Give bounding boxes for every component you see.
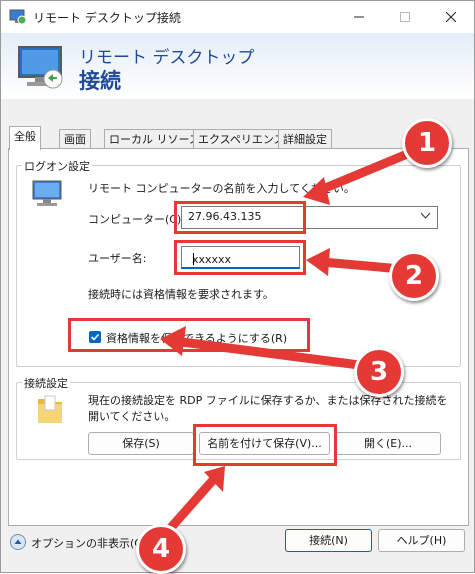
maximize-icon	[400, 12, 410, 22]
open-button[interactable]: 開く(E)...	[335, 432, 441, 455]
options-toggle-label[interactable]: オプションの非表示(O)	[31, 535, 147, 551]
connect-button[interactable]: 接続(N)	[285, 529, 372, 552]
tab-local-resources[interactable]: ローカル リソース	[104, 129, 205, 149]
highlight-computer-field	[174, 201, 306, 234]
chevron-down-icon[interactable]	[420, 210, 431, 221]
annotation-badge-1: 1	[402, 118, 452, 168]
help-button[interactable]: ヘルプ(H)	[378, 529, 465, 552]
connection-description-2: 開いてください。	[88, 410, 176, 423]
title-bar: リモート デスクトップ接続	[1, 1, 474, 33]
close-button[interactable]	[428, 1, 474, 33]
remote-desktop-app-icon	[9, 9, 27, 25]
tab-advanced[interactable]: 詳細設定	[278, 129, 332, 149]
close-icon	[446, 12, 456, 22]
tab-general[interactable]: 全般	[9, 126, 41, 150]
highlight-save-as-button	[193, 424, 337, 466]
instruction-text: リモート コンピューターの名前を入力してください。	[88, 182, 355, 195]
highlight-username-field	[174, 240, 306, 275]
options-toggle-button[interactable]	[10, 534, 26, 550]
credentials-note: 接続時には資格情報を要求されます。	[88, 288, 274, 301]
logon-settings-label: ログオン設定	[22, 158, 92, 174]
header-title-line2: 接続	[79, 69, 121, 93]
username-label: ユーザー名:	[88, 252, 147, 265]
annotation-badge-2: 2	[389, 251, 439, 301]
folder-icon	[38, 395, 62, 423]
highlight-save-credentials	[68, 318, 310, 352]
connection-description-1: 現在の接続設定を RDP ファイルに保存するか、または保存された接続を	[88, 394, 448, 407]
connection-settings-label: 接続設定	[22, 375, 70, 391]
monitor-icon	[18, 46, 63, 89]
annotation-badge-3: 3	[354, 347, 404, 397]
annotation-badge-4: 4	[136, 524, 186, 574]
chevron-up-icon	[14, 539, 22, 544]
minimize-button[interactable]	[336, 1, 382, 33]
computer-icon	[32, 180, 62, 206]
maximize-button[interactable]	[382, 1, 428, 33]
minimize-icon	[354, 16, 364, 18]
save-button[interactable]: 保存(S)	[88, 432, 194, 455]
computer-label: コンピューター(C):	[88, 213, 185, 226]
tab-display[interactable]: 画面	[59, 129, 91, 149]
tab-experience[interactable]: エクスペリエンス	[193, 129, 290, 149]
window-title: リモート デスクトップ接続	[33, 11, 181, 25]
